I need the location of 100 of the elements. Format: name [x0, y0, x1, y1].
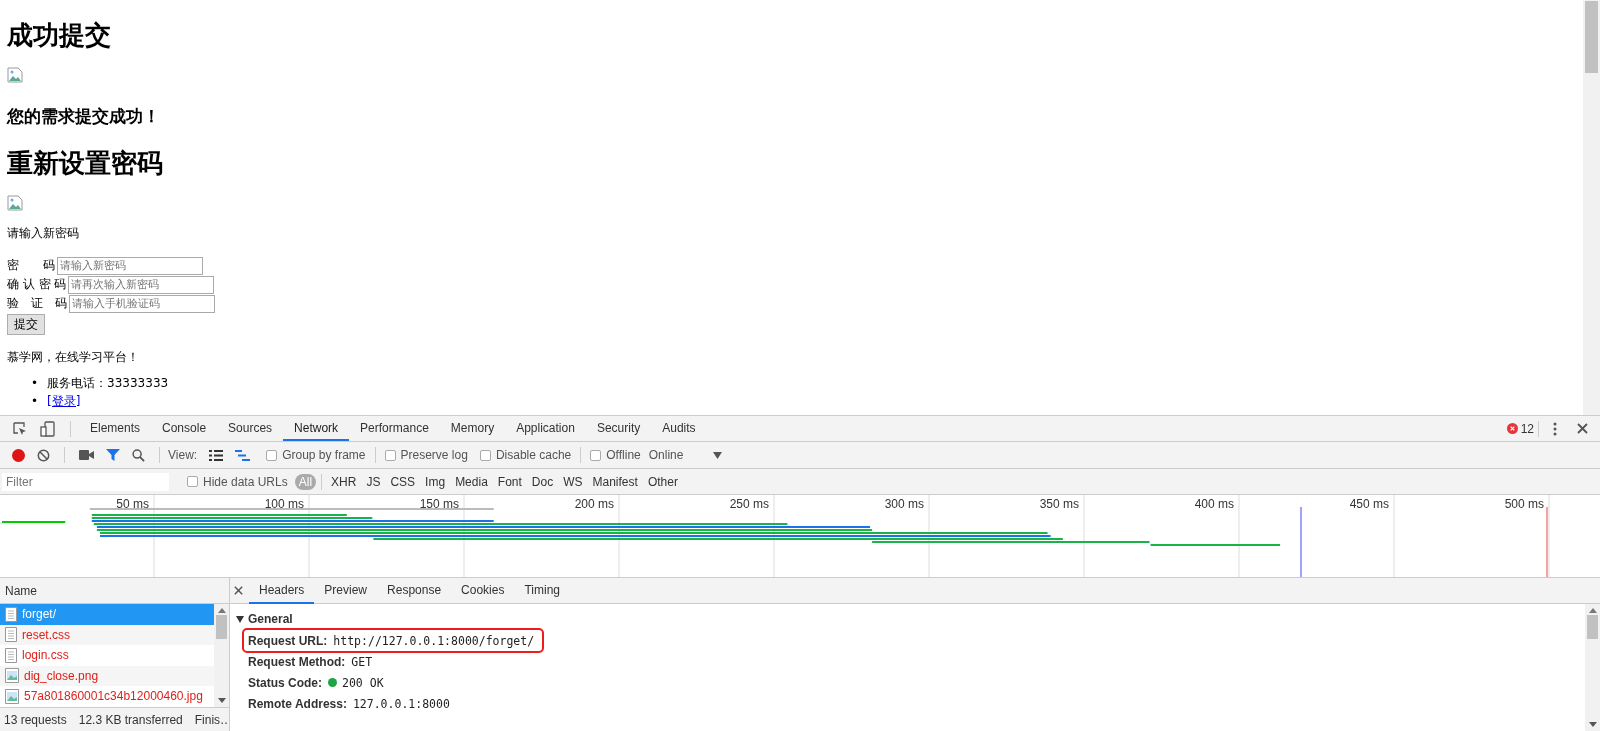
panel-tab[interactable]: Console	[151, 416, 218, 441]
type-filter[interactable]: Media	[451, 473, 492, 490]
detail-tab[interactable]: Timing	[514, 578, 570, 604]
bullet: •	[31, 375, 39, 392]
load-line	[1546, 506, 1548, 577]
more-icon[interactable]	[1553, 421, 1557, 436]
field-label: 密 码	[7, 257, 55, 274]
type-filter[interactable]: CSS	[386, 473, 420, 490]
input-field[interactable]: 请再次输入新密码	[68, 275, 215, 294]
broken-image-icon	[7, 195, 23, 211]
type-filter[interactable]: JS	[362, 473, 385, 490]
panel-tab[interactable]: Security	[585, 416, 652, 441]
login-link[interactable]: [登录]	[47, 392, 81, 410]
type-filter[interactable]: Img	[421, 473, 450, 490]
time-tick: 50 ms	[115, 496, 150, 513]
summary-text: 12.3 KB transferred	[78, 712, 183, 727]
image-file-icon	[5, 688, 19, 704]
panel-tab[interactable]: Application	[505, 416, 586, 441]
waterfall-view-icon[interactable]	[235, 449, 251, 461]
scrollbar[interactable]	[1583, 0, 1600, 415]
panel-tab[interactable]: Elements	[79, 416, 152, 441]
error-count[interactable]: 12	[1520, 421, 1534, 436]
column-header[interactable]: Name	[5, 583, 37, 598]
close-icon[interactable]	[1577, 423, 1588, 434]
throttle-label[interactable]: Online	[648, 448, 684, 462]
panel-tab[interactable]: Memory	[439, 416, 506, 441]
section-title[interactable]: General	[248, 612, 293, 626]
list-view-icon[interactable]	[209, 449, 224, 461]
panel-tab[interactable]: Sources	[217, 416, 284, 441]
header-key: Status Code:	[248, 675, 322, 690]
time-tick: 450 ms	[1348, 496, 1390, 513]
tagline-text: 慕学网，在线学习平台！	[7, 349, 140, 366]
input-field[interactable]: 请输入新密码	[57, 256, 203, 275]
summary-text: Finis…	[194, 712, 229, 727]
field-label: 确 认 密 码	[7, 276, 67, 293]
panel-tab[interactable]: Performance	[349, 416, 440, 441]
page-heading: 成功提交	[7, 19, 112, 52]
inspect-icon[interactable]	[12, 420, 28, 437]
time-tick: 250 ms	[728, 496, 770, 513]
type-filter[interactable]: Doc	[527, 473, 558, 490]
success-message: 您的需求提交成功！	[7, 105, 161, 128]
record-button[interactable]	[12, 448, 25, 462]
checkbox-label[interactable]: Group by frame	[282, 448, 366, 462]
search-icon[interactable]	[132, 448, 145, 462]
time-tick: 300 ms	[883, 496, 925, 513]
time-tick: 150 ms	[418, 496, 460, 513]
summary-text: 13 requests	[4, 712, 67, 727]
header-value: 200 OK	[342, 675, 384, 690]
bullet: •	[31, 393, 39, 410]
caret-icon[interactable]	[713, 451, 723, 459]
panel-tab[interactable]: Network	[283, 416, 350, 441]
request-name[interactable]: login.css	[22, 648, 69, 663]
header-key: Remote Address:	[248, 696, 347, 711]
header-value: http://127.0.0.1:8000/forget/	[333, 633, 535, 648]
type-filter[interactable]: WS	[559, 473, 587, 490]
time-tick: 350 ms	[1038, 496, 1080, 513]
checkbox-box[interactable]	[266, 449, 278, 461]
close-icon[interactable]	[234, 586, 243, 595]
scrollbar[interactable]	[214, 604, 229, 707]
checkbox-box[interactable]	[384, 449, 396, 461]
camera-icon[interactable]	[79, 450, 94, 460]
type-filter[interactable]: XHR	[327, 473, 361, 490]
detail-tab[interactable]: Cookies	[451, 578, 515, 604]
input-field[interactable]: 请输入手机验证码	[69, 294, 215, 313]
page-heading: 重新设置密码	[7, 147, 164, 180]
dom-loaded-line	[1300, 506, 1302, 577]
checkbox-box[interactable]	[479, 449, 491, 461]
type-filter[interactable]: Font	[493, 473, 526, 490]
time-tick: 500 ms	[1503, 496, 1545, 513]
submit-button[interactable]: 提交	[7, 314, 45, 335]
time-tick: 100 ms	[263, 496, 305, 513]
detail-tab[interactable]: Preview	[314, 578, 378, 604]
broken-image-icon	[7, 67, 23, 83]
field-label: 验 证 码	[7, 295, 67, 312]
type-filter[interactable]: Manifest	[588, 473, 642, 490]
panel-tab[interactable]: Audits	[651, 416, 707, 441]
time-tick: 400 ms	[1193, 496, 1235, 513]
detail-tab[interactable]: Response	[377, 578, 452, 604]
filter-icon[interactable]	[106, 448, 120, 462]
error-icon[interactable]	[1506, 423, 1518, 434]
checkbox-box[interactable]	[590, 449, 602, 461]
header-key: Request URL:	[248, 633, 328, 648]
filter-field[interactable]: Filter	[2, 472, 169, 491]
request-name[interactable]: reset.css	[22, 627, 70, 642]
document-icon	[5, 647, 17, 663]
checkbox-label[interactable]: Hide data URLs	[203, 474, 288, 489]
request-name[interactable]: 57a801860001c34b12000460.jpg	[24, 689, 203, 704]
expand-triangle-icon[interactable]	[236, 615, 244, 623]
header-value: GET	[351, 654, 373, 669]
prompt-text: 请输入新密码	[7, 225, 80, 242]
checkbox-label[interactable]: Preserve log	[400, 448, 468, 462]
header-key: Request Method:	[248, 654, 346, 669]
checkbox-box[interactable]	[187, 476, 198, 487]
document-icon	[5, 606, 17, 622]
type-filter[interactable]: Other	[643, 473, 682, 490]
clear-icon[interactable]	[37, 448, 50, 462]
device-toolbar-icon[interactable]	[40, 420, 56, 437]
checkbox-label[interactable]: Disable cache	[495, 448, 572, 462]
scrollbar[interactable]	[1585, 604, 1600, 731]
checkbox-label[interactable]: Offline	[606, 448, 641, 462]
